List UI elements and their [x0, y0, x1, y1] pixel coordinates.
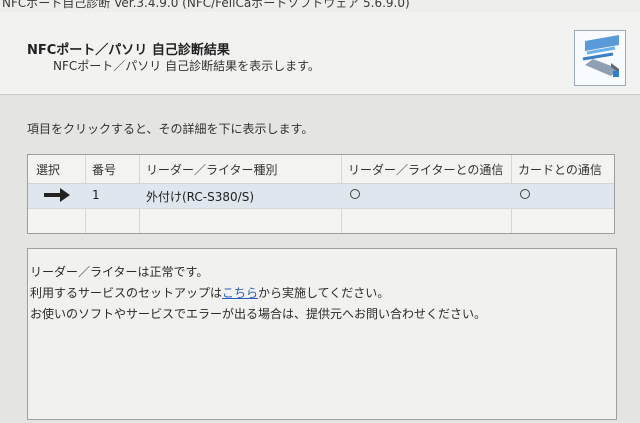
card-comm-ok-icon	[520, 189, 530, 199]
nfc-reader-icon	[574, 30, 626, 86]
reader-comm-ok-icon	[350, 189, 360, 199]
col-card-comm: カードとの通信	[518, 163, 602, 177]
row-number: 1	[92, 188, 100, 202]
header-panel: NFCポート／パソリ 自己診断結果 NFCポート／パソリ 自己診断結果を表示しま…	[0, 12, 640, 95]
arrow-right-icon	[42, 187, 72, 206]
table-header: 選択 番号 リーダー／ライター種別 リーダー／ライターとの通信 カードとの通信	[28, 155, 614, 184]
detail-panel: リーダー／ライターは正常です。 利用するサービスのセットアップはこちらから実施し…	[27, 248, 617, 420]
row-divider	[28, 208, 614, 209]
detail-line-status: リーダー／ライターは正常です。	[30, 265, 209, 279]
col-reader-type: リーダー／ライター種別	[146, 163, 278, 177]
col-number: 番号	[92, 163, 117, 177]
result-table: 選択 番号 リーダー／ライター種別 リーダー／ライターとの通信 カードとの通信 …	[27, 154, 615, 234]
instruction-text: 項目をクリックすると、その詳細を下に表示します。	[27, 122, 314, 136]
detail-line-setup: 利用するサービスのセットアップはこちらから実施してください。	[30, 284, 389, 301]
detail-setup-text: 利用するサービスのセットアップは	[30, 286, 223, 300]
detail-setup-text-end: から実施してください。	[258, 286, 390, 300]
page-subtitle: NFCポート／パソリ 自己診断結果を表示します。	[53, 59, 320, 73]
setup-link[interactable]: こちら	[222, 286, 258, 300]
col-select: 選択	[36, 163, 61, 177]
row-reader-type: 外付け(RC-S380/S)	[146, 190, 254, 204]
page-title: NFCポート／パソリ 自己診断結果	[27, 43, 230, 58]
detail-line-contact: お使いのソフトやサービスでエラーが出る場合は、提供元へお問い合わせください。	[30, 307, 487, 321]
col-reader-comm: リーダー／ライターとの通信	[348, 163, 504, 177]
window-titlebar: NFCポート自己診断 Ver.3.4.9.0 (NFC/FeliCaポートソフト…	[0, 0, 640, 12]
window-title: NFCポート自己診断 Ver.3.4.9.0 (NFC/FeliCaポートソフト…	[2, 0, 410, 10]
table-row[interactable]: 1 外付け(RC-S380/S)	[28, 184, 614, 208]
